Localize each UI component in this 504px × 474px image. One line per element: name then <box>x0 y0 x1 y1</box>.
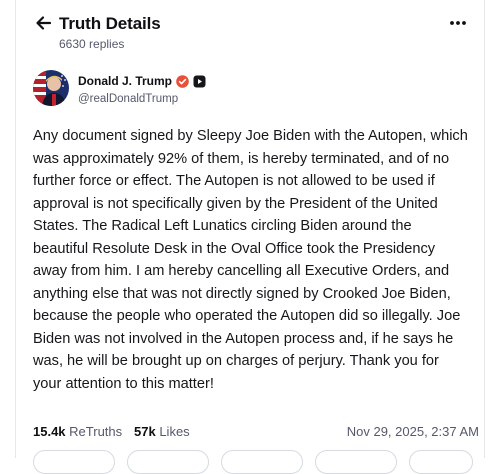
likes-label: Likes <box>159 424 190 439</box>
post-stats: 15.4k ReTruths 57k Likes Nov 29, 2025, 2… <box>33 424 479 444</box>
avatar[interactable] <box>33 70 69 106</box>
likes-stat[interactable]: 57k Likes <box>134 424 190 439</box>
author-display-name[interactable]: Donald J. Trump <box>78 74 172 88</box>
reply-count: 6630 replies <box>59 37 125 51</box>
like-button[interactable] <box>315 450 397 474</box>
arrow-left-icon[interactable] <box>35 14 53 32</box>
retruths-stat[interactable]: 15.4k ReTruths <box>33 424 122 439</box>
reply-button[interactable] <box>33 450 115 474</box>
page-header: Truth Details 6630 replies <box>35 12 475 56</box>
square-badge-icon <box>193 75 206 88</box>
retruth-button[interactable] <box>127 450 209 474</box>
post-body: Any document signed by Sleepy Joe Biden … <box>33 125 469 395</box>
quote-button[interactable] <box>221 450 303 474</box>
share-button[interactable] <box>409 450 473 474</box>
post-actions <box>0 450 504 474</box>
author-name-row: Donald J. Trump <box>78 74 206 88</box>
retruths-count: 15.4k <box>33 424 66 439</box>
post-author: Donald J. Trump @realDonaldTrump <box>33 70 463 110</box>
author-handle[interactable]: @realDonaldTrump <box>78 93 178 105</box>
post-text: Any document signed by Sleepy Joe Biden … <box>33 128 468 392</box>
retruths-label: ReTruths <box>69 424 123 439</box>
page-title: Truth Details <box>59 14 161 33</box>
more-horizontal-icon[interactable] <box>447 16 469 30</box>
likes-count: 57k <box>134 424 156 439</box>
verified-badge-icon <box>176 74 189 88</box>
post-timestamp: Nov 29, 2025, 2:37 AM <box>346 424 479 439</box>
